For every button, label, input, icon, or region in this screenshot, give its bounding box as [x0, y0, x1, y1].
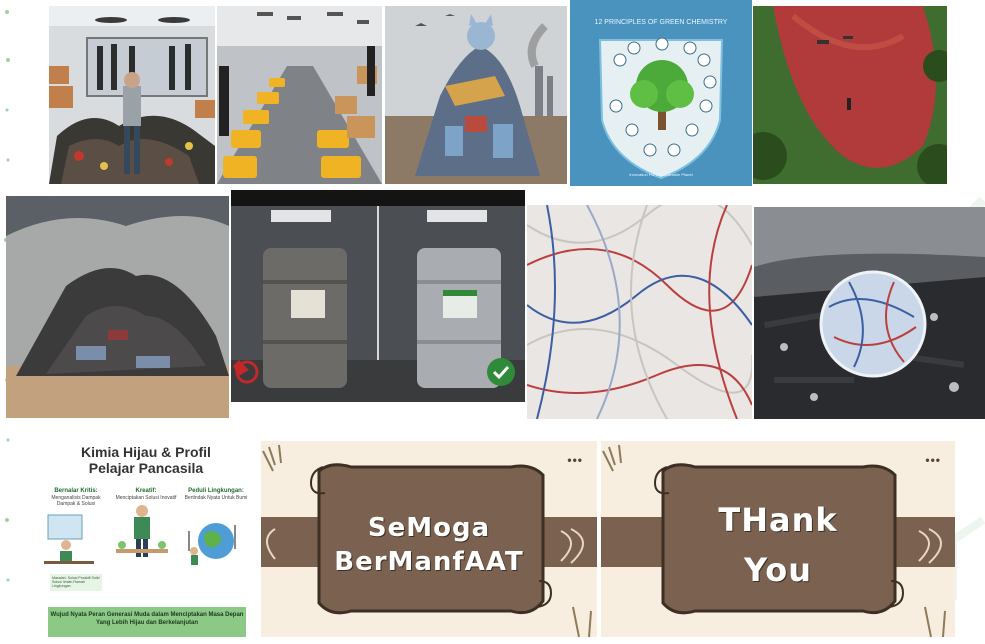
- column-creative: Kreatif: Menciptakan Solusi Inovatif: [112, 488, 180, 583]
- photo-chemical-barrels: [231, 190, 525, 402]
- column-subtext: Menganalisis Dampak Dampak & Solusi: [51, 495, 101, 507]
- slide-menu-dots: •••: [925, 453, 941, 467]
- slide-thank-you: ••• THank You: [601, 441, 955, 637]
- slide-title-line1: Kimia Hijau & Profil: [81, 444, 211, 460]
- slide-semoga-bermanfaat: ••• SeMoga BerManfAAT: [261, 441, 597, 637]
- photo-factory-line: [217, 6, 382, 184]
- slide-text-line1: SeMoga: [367, 513, 491, 543]
- column-heading: Peduli Lingkungan:: [188, 488, 244, 494]
- illustration-earth: [188, 523, 236, 565]
- column-critical-thinking: Bernalar Kritis: Menganalisis Dampak Dam…: [42, 488, 110, 575]
- photo-cat-on-pile: [385, 6, 567, 184]
- slide-footer: Wujud Nyata Peran Generasi Muda dalam Me…: [48, 607, 246, 637]
- column-heading: Kreatif:: [135, 488, 157, 494]
- illustration-chemist: [116, 505, 168, 557]
- column-environment: Peduli Lingkungan: Bertindak Nyata Untuk…: [182, 488, 250, 575]
- problem-note: Masalah: Solusi Proaktif Solid Solusi Il…: [50, 574, 102, 591]
- illustration-scientist: [44, 514, 94, 564]
- photo-fashion-pile: [49, 6, 215, 184]
- poster-title: 12 PRINCIPLES OF GREEN CHEMISTRY: [595, 19, 728, 26]
- slide-green-chemistry-profile: Kimia Hijau & Profil Pelajar Pancasila B…: [38, 428, 254, 639]
- slide-menu-dots: •••: [567, 453, 583, 467]
- slide-text-line2: BerManfAAT: [334, 547, 524, 577]
- column-subtext: Menciptakan Solusi Inovatif: [115, 495, 177, 501]
- photo-microfibers: [527, 205, 752, 419]
- column-heading: Bernalar Kritis:: [54, 488, 98, 494]
- green-chemistry-poster: 12 PRINCIPLES OF GREEN CHEMISTRY Innovat…: [570, 0, 752, 186]
- slide-text-line2: You: [744, 551, 812, 589]
- slide-text-line1: THank: [718, 501, 838, 539]
- poster-subtitle: Innovation For a Sustainable Planet: [629, 172, 693, 177]
- photo-red-river: [753, 6, 947, 184]
- slide-title-line2: Pelajar Pancasila: [88, 460, 204, 476]
- photo-polluted-shore: [754, 207, 985, 419]
- column-subtext: Bertindak Nyata Untuk Bumi: [184, 495, 248, 501]
- slide-title: Kimia Hijau & Profil Pelajar Pancasila: [38, 444, 254, 476]
- photo-desert-clothes-pile: [6, 196, 229, 418]
